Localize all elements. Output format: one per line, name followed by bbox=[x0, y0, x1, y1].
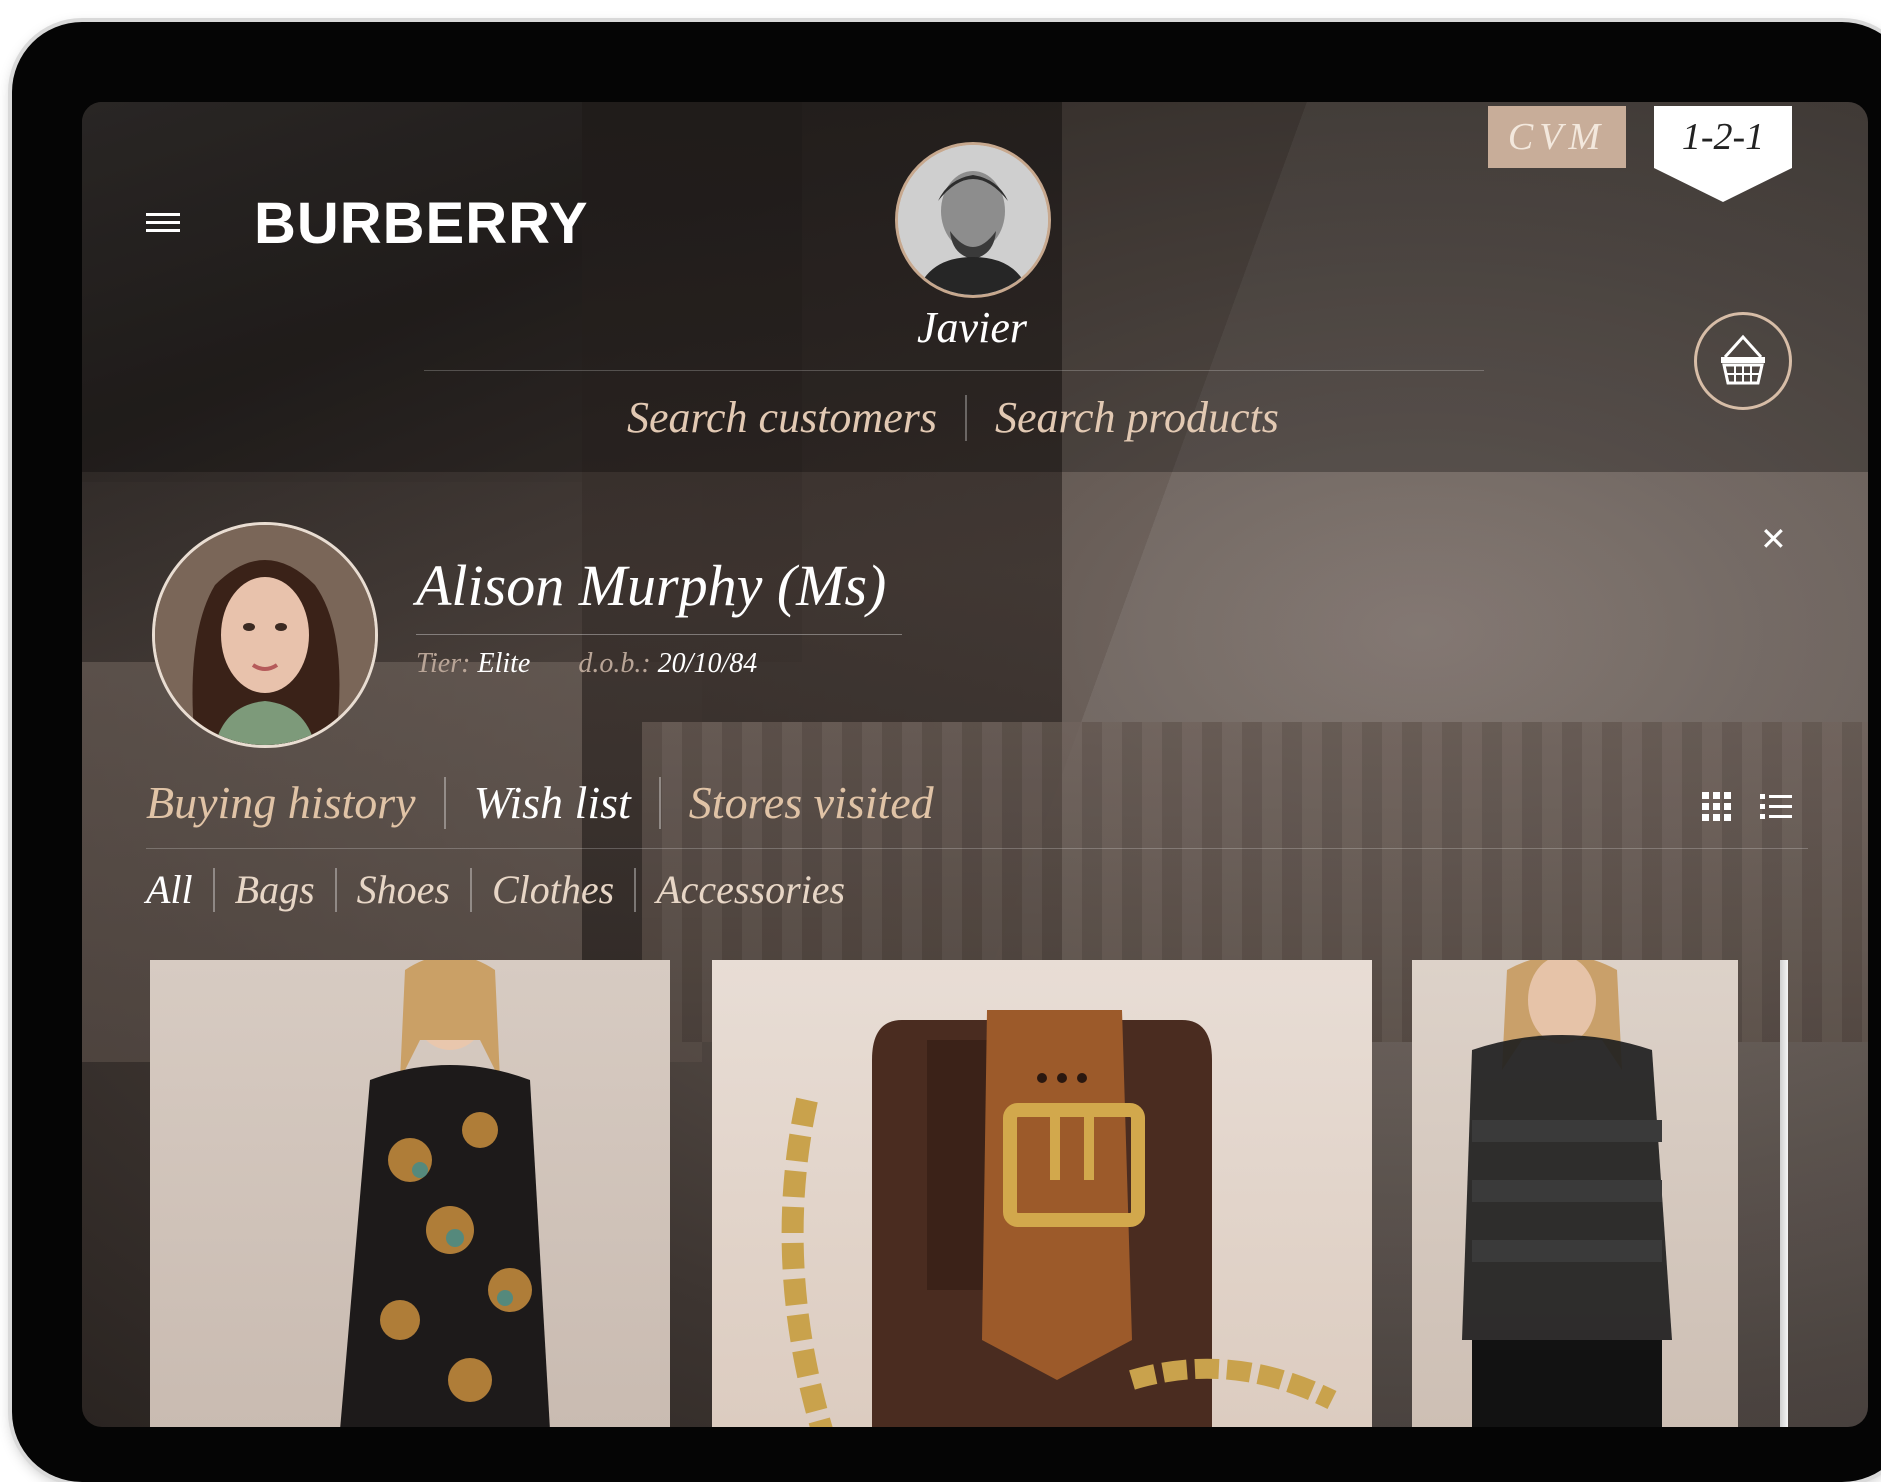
tablet-frame: BURBERRY Javier Search customers Search … bbox=[12, 22, 1881, 1482]
divider bbox=[470, 867, 472, 912]
close-icon[interactable]: ✕ bbox=[1760, 520, 1787, 558]
dob-label: d.o.b.: bbox=[578, 648, 651, 679]
tab-stores-visited[interactable]: Stores visited bbox=[689, 776, 934, 829]
filter-accessories[interactable]: Accessories bbox=[656, 866, 845, 913]
basket-icon bbox=[1721, 334, 1765, 385]
one-to-one-tab[interactable]: 1-2-1 bbox=[1654, 106, 1792, 202]
basket-button[interactable] bbox=[1694, 312, 1792, 410]
agent-name: Javier bbox=[917, 303, 1027, 352]
tier-label: Tier: bbox=[416, 648, 471, 679]
tier-value: Elite bbox=[477, 648, 531, 679]
tabs-divider bbox=[146, 848, 1808, 849]
tab-buying-history[interactable]: Buying history bbox=[146, 776, 416, 829]
customer-name: Alison Murphy (Ms) bbox=[416, 553, 887, 618]
filter-bags[interactable]: Bags bbox=[235, 866, 315, 913]
product-card-dress[interactable] bbox=[150, 960, 670, 1427]
divider bbox=[443, 776, 446, 829]
product-image-bag bbox=[781, 1010, 1337, 1427]
search-customers-link[interactable]: Search customers bbox=[627, 392, 937, 443]
agent-avatar[interactable] bbox=[895, 142, 1051, 298]
one-to-one-label: 1-2-1 bbox=[1681, 116, 1765, 158]
customer-meta: Tier: Elite d.o.b.: 20/10/84 bbox=[416, 648, 757, 680]
product-card-bag[interactable] bbox=[712, 960, 1372, 1427]
grid-view-icon[interactable] bbox=[1702, 792, 1732, 822]
brand-logo: BURBERRY bbox=[254, 191, 589, 256]
search-row: Search customers Search products bbox=[627, 392, 1279, 443]
divider bbox=[634, 867, 637, 912]
product-image-dress bbox=[340, 960, 550, 1427]
category-filters: All Bags Shoes Clothes Accessories bbox=[146, 866, 845, 913]
app-screen: BURBERRY Javier Search customers Search … bbox=[82, 102, 1868, 1427]
search-products-link[interactable]: Search products bbox=[995, 392, 1279, 443]
divider bbox=[334, 867, 337, 912]
customer-divider bbox=[416, 634, 902, 635]
customer-tabs: Buying history Wish list Stores visited bbox=[146, 776, 934, 829]
dob-value: 20/10/84 bbox=[657, 648, 758, 679]
list-view-icon[interactable] bbox=[1760, 792, 1792, 822]
divider bbox=[212, 867, 215, 912]
filter-all[interactable]: All bbox=[146, 866, 193, 913]
filter-clothes[interactable]: Clothes bbox=[492, 866, 614, 913]
product-scrollbar[interactable] bbox=[1780, 960, 1788, 1427]
filter-shoes[interactable]: Shoes bbox=[357, 866, 450, 913]
header-divider bbox=[424, 370, 1484, 371]
customer-avatar[interactable] bbox=[152, 522, 378, 748]
product-card-shirt[interactable] bbox=[1412, 960, 1738, 1427]
cvm-button[interactable]: CVM bbox=[1488, 106, 1626, 168]
product-image-shirt bbox=[1462, 960, 1672, 1427]
divider bbox=[964, 394, 967, 441]
tab-wish-list[interactable]: Wish list bbox=[474, 776, 631, 829]
hamburger-icon[interactable] bbox=[146, 208, 180, 236]
divider bbox=[658, 776, 661, 829]
